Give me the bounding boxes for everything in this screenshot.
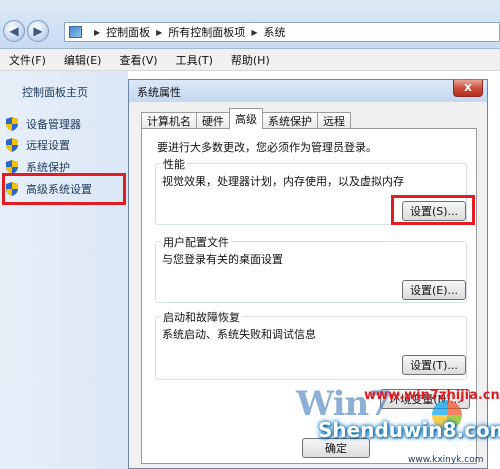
admin-note: 要进行大多数更改，您必须作为管理员登录。 [157,141,377,154]
left-nav-pane: 控制面板主页 设备管理器 远程设置 系统保护 高级系统设置 [0,71,128,469]
tab-system-protection[interactable]: 系统保护 [262,112,318,129]
highlight-performance-settings [391,195,475,225]
breadcrumb-separator-icon: ▶ [94,27,101,37]
startup-recovery-title: 启动和故障恢复 [161,309,242,325]
arrow-right-icon: ▶ [33,24,43,38]
sidebar-item-label: 远程设置 [26,139,70,152]
menu-view[interactable]: 查看(V) [110,52,166,68]
close-button[interactable]: X [453,80,483,97]
back-button[interactable]: ◀ [3,20,25,42]
shield-icon [6,138,18,152]
breadcrumb-system[interactable]: 系统 [263,24,285,40]
watermark-site-shenduwin8: Shenduwin8.com [318,418,500,442]
menu-file[interactable]: 文件(F) [0,52,55,68]
breadcrumb-all-items[interactable]: 所有控制面板项 [168,24,245,40]
tab-remote[interactable]: 远程 [317,112,351,129]
performance-title: 性能 [161,156,187,172]
tab-computer-name[interactable]: 计算机名 [141,112,197,129]
startup-recovery-desc: 系统启动、系统失败和调试信息 [162,328,316,341]
dialog-titlebar[interactable]: 系统属性 X [129,80,487,102]
breadcrumb-separator-icon: ▶ [251,27,258,37]
dialog-tabs: 计算机名 硬件 高级 系统保护 远程 [141,108,351,129]
user-profiles-desc: 与您登录有关的桌面设置 [162,253,283,266]
dialog-title: 系统属性 [137,86,181,99]
tab-advanced[interactable]: 高级 [229,108,263,129]
user-profiles-settings-button[interactable]: 设置(E)... [402,280,466,300]
breadcrumb-control-panel[interactable]: 控制面板 [106,24,150,40]
close-icon: X [464,82,472,94]
highlight-advanced-settings [2,173,126,205]
startup-recovery-group: 启动和故障恢复 系统启动、系统失败和调试信息 设置(T)... [155,309,467,380]
menu-edit[interactable]: 编辑(E) [55,52,111,68]
forward-button[interactable]: ▶ [27,20,49,42]
control-panel-home-link[interactable]: 控制面板主页 [22,84,88,100]
watermark-site-win7zhijia: www.win7zhijia.cn [364,388,500,403]
sidebar-item-device-manager[interactable]: 设备管理器 [6,115,81,133]
user-profiles-title: 用户配置文件 [161,234,231,250]
address-box[interactable]: ▶ 控制面板 ▶ 所有控制面板项 ▶ 系统 [64,22,500,42]
shield-icon [6,117,18,131]
sidebar-item-remote-settings[interactable]: 远程设置 [6,136,70,154]
menu-help[interactable]: 帮助(H) [222,52,279,68]
startup-settings-button[interactable]: 设置(T)... [402,355,466,375]
performance-desc: 视觉效果，处理器计划，内存使用，以及虚拟内存 [162,175,404,188]
address-bar-area: ◀ ▶ ▶ 控制面板 ▶ 所有控制面板项 ▶ 系统 [0,0,500,49]
arrow-left-icon: ◀ [9,24,19,38]
user-profiles-group: 用户配置文件 与您登录有关的桌面设置 设置(E)... [155,234,467,303]
watermark-site-kxinyk: www.kxinyk.com [408,455,484,465]
sidebar-item-label: 设备管理器 [26,118,81,131]
breadcrumb-separator-icon: ▶ [156,27,163,37]
menu-bar: 文件(F) 编辑(E) 查看(V) 工具(T) 帮助(H) [0,49,500,71]
tab-hardware[interactable]: 硬件 [196,112,230,129]
shield-icon [6,160,18,174]
menu-tools[interactable]: 工具(T) [167,52,222,68]
control-panel-icon [69,26,82,38]
